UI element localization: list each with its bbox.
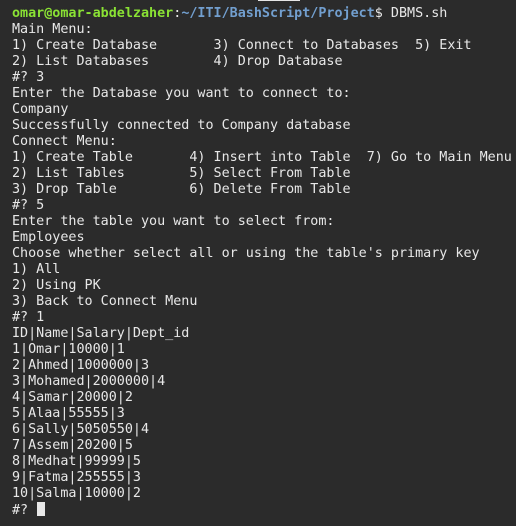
- output-line: Company: [12, 102, 69, 117]
- select-prompt: #?: [12, 503, 37, 518]
- table-row: 7|Assem|20200|5: [12, 438, 133, 453]
- table-row: 8|Medhat|99999|5: [12, 454, 141, 469]
- table-row: 4|Samar|20000|2: [12, 390, 133, 405]
- terminal-window[interactable]: omar@omar-abdelzaher:~/ITI/BashScript/Pr…: [0, 0, 516, 526]
- output-line: 2) Using PK: [12, 278, 101, 293]
- prompt-command: DBMS.sh: [390, 6, 448, 21]
- window-top-indicator: [258, 0, 300, 1]
- table-row: 5|Alaa|55555|3: [12, 406, 125, 421]
- prompt-user-host: omar@omar-abdelzaher: [12, 6, 174, 21]
- output-line: Enter the Database you want to connect t…: [12, 86, 351, 101]
- output-line: Employees: [12, 230, 85, 245]
- output-line: #? 5: [12, 198, 45, 213]
- output-line: #? 3: [12, 70, 45, 85]
- output-line: Successfully connected to Company databa…: [12, 118, 351, 133]
- prompt-dollar: $: [374, 6, 391, 21]
- output-line: #? 1: [12, 310, 45, 325]
- output-line: 1) Create Database 3) Connect to Databas…: [12, 38, 472, 53]
- table-row: 9|Fatma|255555|3: [12, 470, 141, 485]
- terminal-output: omar@omar-abdelzaher:~/ITI/BashScript/Pr…: [12, 6, 516, 518]
- table-header-line: ID|Name|Salary|Dept_id: [12, 326, 190, 341]
- output-line: 1) All: [12, 262, 61, 277]
- prompt-path: ~/ITI/BashScript/Project: [181, 6, 375, 21]
- output-line: 3) Drop Table 6) Delete From Table: [12, 182, 351, 197]
- output-line: Connect Menu:: [12, 134, 117, 149]
- table-row: 2|Ahmed|1000000|3: [12, 358, 150, 373]
- output-line: 1) Create Table 4) Insert into Table 7) …: [12, 150, 512, 165]
- input-prompt-line[interactable]: #?: [12, 502, 516, 518]
- table-row: 3|Mohamed|2000000|4: [12, 374, 166, 389]
- output-line: Choose whether select all or using the t…: [12, 246, 480, 261]
- output-line: 2) List Tables 5) Select From Table: [12, 166, 351, 181]
- output-line: 3) Back to Connect Menu: [12, 294, 198, 309]
- table-row: 6|Sally|5050550|4: [12, 422, 150, 437]
- table-row: 1|Omar|10000|1: [12, 342, 125, 357]
- text-cursor[interactable]: [37, 502, 46, 516]
- output-line: Enter the table you want to select from:: [12, 214, 335, 229]
- shell-prompt-line: omar@omar-abdelzaher:~/ITI/BashScript/Pr…: [12, 6, 516, 22]
- output-line: 2) List Databases 4) Drop Database: [12, 54, 343, 69]
- table-row: 10|Salma|10000|2: [12, 486, 141, 501]
- output-line: Main Menu:: [12, 22, 93, 37]
